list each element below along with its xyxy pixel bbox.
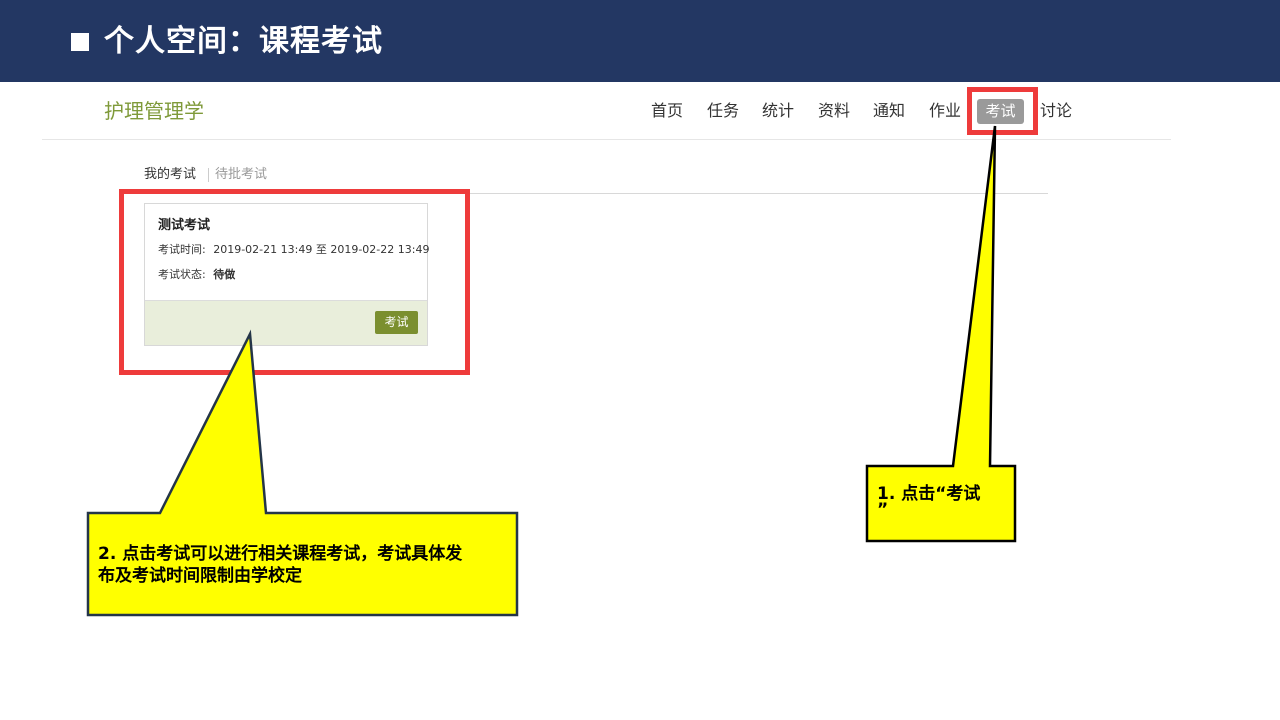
callout-step2-line2: 布及考试时间限制由学校定 [98, 566, 302, 586]
callout-step1-text: 1. 点击“考试 ” [877, 483, 980, 521]
callout-shapes [86, 125, 1017, 617]
callout-step1-line1: 1. 点击“考试 [877, 484, 981, 504]
callout-step2-text: 2. 点击考试可以进行相关课程考试，考试具体发 布及考试时间限制由学校定 [98, 543, 462, 587]
callout-step1-shape [865, 125, 1017, 543]
callout-step2-line1: 2. 点击考试可以进行相关课程考试，考试具体发 [98, 544, 463, 564]
